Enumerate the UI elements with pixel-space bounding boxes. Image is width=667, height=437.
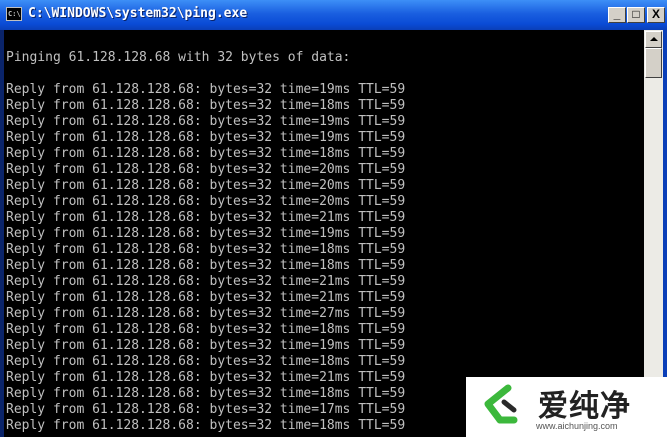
console-line: Reply from 61.128.128.68: bytes=32 time=… [6, 354, 406, 369]
console-line: Reply from 61.128.128.68: bytes=32 time=… [6, 178, 406, 193]
console-line: Reply from 61.128.128.68: bytes=32 time=… [6, 258, 406, 273]
console-line: Reply from 61.128.128.68: bytes=32 time=… [6, 194, 406, 209]
title-bar[interactable]: C:\ C:\WINDOWS\system32\ping.exe _ □ X [0, 0, 667, 30]
watermark: 爱纯净 www.aichunjing.com [466, 377, 667, 437]
console-line: Reply from 61.128.128.68: bytes=32 time=… [6, 226, 406, 241]
console-line: Reply from 61.128.128.68: bytes=32 time=… [6, 130, 406, 145]
maximize-button[interactable]: □ [627, 7, 645, 23]
console-line: Reply from 61.128.128.68: bytes=32 time=… [6, 210, 406, 225]
arrow-up-icon [650, 37, 658, 41]
console-app-icon[interactable]: C:\ [6, 7, 22, 21]
console-line: Reply from 61.128.128.68: bytes=32 time=… [6, 162, 406, 177]
console-line: Reply from 61.128.128.68: bytes=32 time=… [6, 418, 406, 433]
aichunjing-logo-icon [484, 384, 518, 424]
scrollbar-thumb[interactable] [645, 48, 662, 78]
console-line: Reply from 61.128.128.68: bytes=32 time=… [6, 306, 406, 321]
window-title: C:\WINDOWS\system32\ping.exe [28, 6, 248, 21]
console-window: C:\ C:\WINDOWS\system32\ping.exe _ □ X P… [0, 0, 667, 437]
console-line: Reply from 61.128.128.68: bytes=32 time=… [6, 98, 406, 113]
console-line: Reply from 61.128.128.68: bytes=32 time=… [6, 146, 406, 161]
console-line: Reply from 61.128.128.68: bytes=32 time=… [6, 82, 406, 97]
minimize-button[interactable]: _ [608, 7, 626, 23]
console-line: Reply from 61.128.128.68: bytes=32 time=… [6, 274, 406, 289]
window-frame-right [663, 30, 667, 437]
vertical-scrollbar[interactable] [644, 30, 663, 437]
console-output[interactable]: Pinging 61.128.128.68 with 32 bytes of d… [4, 30, 644, 437]
watermark-brand: 爱纯净 [538, 389, 631, 424]
console-line: Reply from 61.128.128.68: bytes=32 time=… [6, 290, 406, 305]
console-line: Reply from 61.128.128.68: bytes=32 time=… [6, 402, 406, 417]
console-line: Pinging 61.128.128.68 with 32 bytes of d… [6, 50, 351, 65]
watermark-url: www.aichunjing.com [536, 421, 618, 431]
scroll-up-button[interactable] [645, 31, 662, 48]
console-line: Reply from 61.128.128.68: bytes=32 time=… [6, 370, 406, 385]
console-line: Reply from 61.128.128.68: bytes=32 time=… [6, 322, 406, 337]
console-line: Reply from 61.128.128.68: bytes=32 time=… [6, 386, 406, 401]
console-line: Reply from 61.128.128.68: bytes=32 time=… [6, 114, 406, 129]
close-button[interactable]: X [647, 7, 665, 23]
console-line: Reply from 61.128.128.68: bytes=32 time=… [6, 338, 406, 353]
console-line: Reply from 61.128.128.68: bytes=32 time=… [6, 242, 406, 257]
